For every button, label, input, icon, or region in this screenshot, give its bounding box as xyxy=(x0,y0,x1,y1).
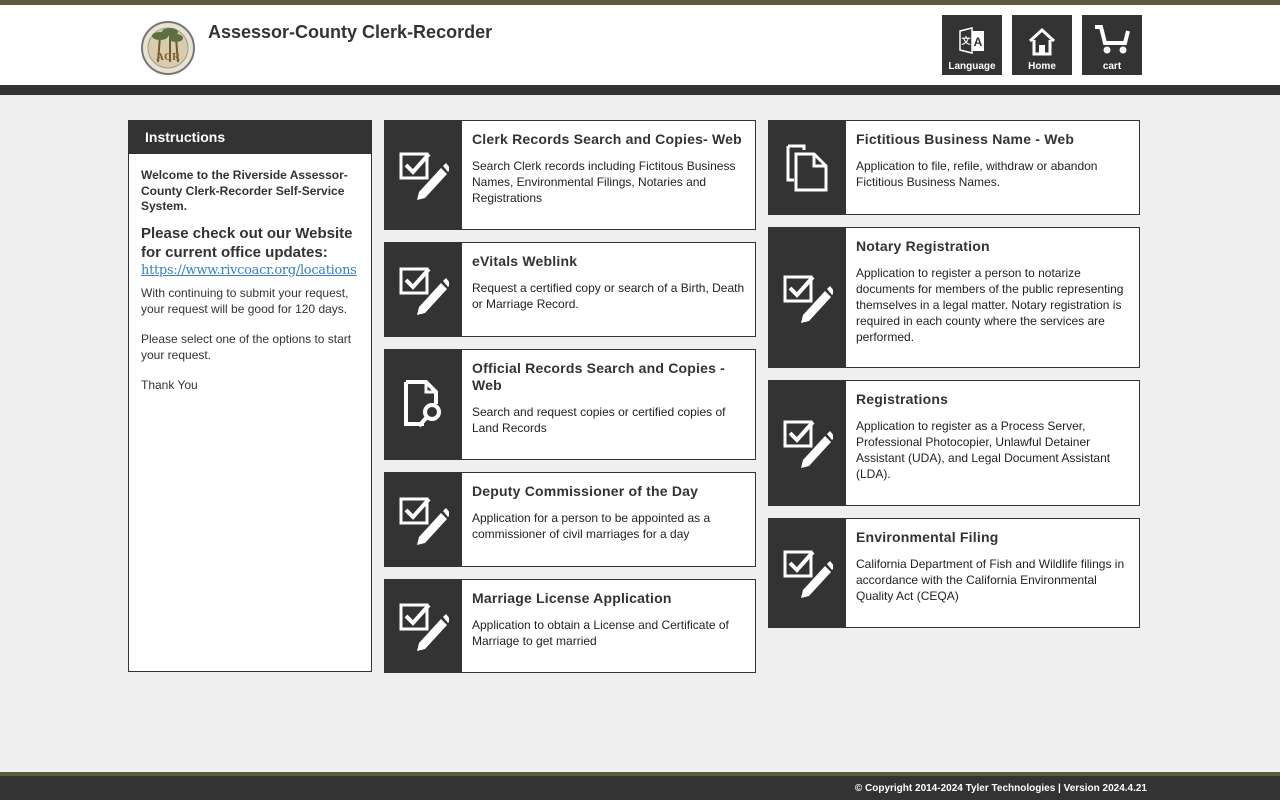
card-title[interactable]: Deputy Commissioner of the Day xyxy=(472,483,745,500)
website-notice: Please check out our Website for current… xyxy=(141,224,353,261)
service-card[interactable]: Deputy Commissioner of the Day Applicatio… xyxy=(384,472,756,567)
home-icon xyxy=(1028,27,1056,56)
home-button[interactable]: Home xyxy=(1012,15,1072,75)
card-description: California Department of Fish and Wildli… xyxy=(856,557,1125,603)
language-label: Language xyxy=(948,61,996,72)
cart-icon xyxy=(1095,25,1130,54)
card-description: Application for a person to be appointed… xyxy=(472,511,711,541)
county-seal-logo[interactable]: ACR xyxy=(140,18,196,78)
validity-text: With continuing to submit your request, … xyxy=(141,286,349,316)
app-title: Assessor-County Clerk-Recorder xyxy=(208,22,493,42)
home-label: Home xyxy=(1028,61,1056,72)
checkbox-pencil-icon xyxy=(385,243,462,336)
website-link[interactable]: https://www.rivcoacr.org/locations xyxy=(141,263,359,279)
copy-documents-icon xyxy=(769,121,846,214)
checkbox-pencil-icon xyxy=(769,228,846,367)
service-card[interactable]: Environmental Filing California Departmen… xyxy=(768,518,1140,628)
copyright-text: © Copyright 2014-2024 Tyler Technologies… xyxy=(854,783,1147,794)
card-title[interactable]: Environmental Filing xyxy=(856,529,1129,546)
service-card[interactable]: Marriage License Application Application … xyxy=(384,579,756,673)
card-title[interactable]: eVitals Weblink xyxy=(472,253,745,270)
service-card[interactable]: eVitals Weblink Request a certified copy … xyxy=(384,242,756,337)
service-card[interactable]: Clerk Records Search and Copies- Web Sear… xyxy=(384,120,756,230)
checkbox-pencil-icon xyxy=(385,473,462,566)
card-description: Application to register a person to nota… xyxy=(856,266,1124,344)
card-description: Search and request copies or certified c… xyxy=(472,405,726,435)
footer: © Copyright 2014-2024 Tyler Technologies… xyxy=(0,776,1280,800)
language-icon: A文 xyxy=(959,27,984,54)
card-title[interactable]: Official Records Search and Copies - Web xyxy=(472,360,745,394)
checkbox-pencil-icon xyxy=(385,121,462,229)
card-title[interactable]: Registrations xyxy=(856,391,1129,408)
instructions-title: Instructions xyxy=(129,121,371,154)
card-description: Search Clerk records including Fictitous… xyxy=(472,159,736,205)
svg-text:文: 文 xyxy=(960,35,971,46)
checkbox-pencil-icon xyxy=(769,381,846,505)
checkbox-pencil-icon xyxy=(769,519,846,627)
thank-you-text: Thank You xyxy=(141,378,198,392)
card-description: Application to file, refile, withdraw or… xyxy=(856,159,1098,189)
welcome-text: Welcome to the Riverside Assessor-County… xyxy=(141,168,348,213)
card-description: Application to register as a Process Ser… xyxy=(856,419,1111,481)
language-button[interactable]: A文 Language xyxy=(942,15,1002,75)
instructions-panel: Instructions Welcome to the Riverside As… xyxy=(128,120,372,672)
card-title[interactable]: Fictitious Business Name - Web xyxy=(856,131,1129,148)
service-card[interactable]: Fictitious Business Name - Web Applicatio… xyxy=(768,120,1140,215)
card-description: Application to obtain a License and Cert… xyxy=(472,618,729,648)
card-description: Request a certified copy or search of a … xyxy=(472,281,745,311)
cart-label: cart xyxy=(1102,61,1122,72)
service-card[interactable]: Official Records Search and Copies - Web… xyxy=(384,349,756,460)
checkbox-pencil-icon xyxy=(385,580,462,672)
card-title[interactable]: Marriage License Application xyxy=(472,590,745,607)
card-title[interactable]: Clerk Records Search and Copies- Web xyxy=(472,131,745,148)
service-card[interactable]: Notary Registration Application to regist… xyxy=(768,227,1140,368)
svg-text:ACR: ACR xyxy=(156,51,181,63)
document-search-icon xyxy=(385,350,462,459)
select-option-text: Please select one of the options to star… xyxy=(141,332,352,362)
header-divider xyxy=(0,85,1280,95)
svg-text:A: A xyxy=(974,35,983,49)
service-card[interactable]: Registrations Application to register as … xyxy=(768,380,1140,506)
card-title[interactable]: Notary Registration xyxy=(856,238,1129,255)
header: ACR Assessor-County Clerk-Recorder A文 La… xyxy=(0,5,1280,85)
cart-button[interactable]: cart xyxy=(1082,15,1142,75)
